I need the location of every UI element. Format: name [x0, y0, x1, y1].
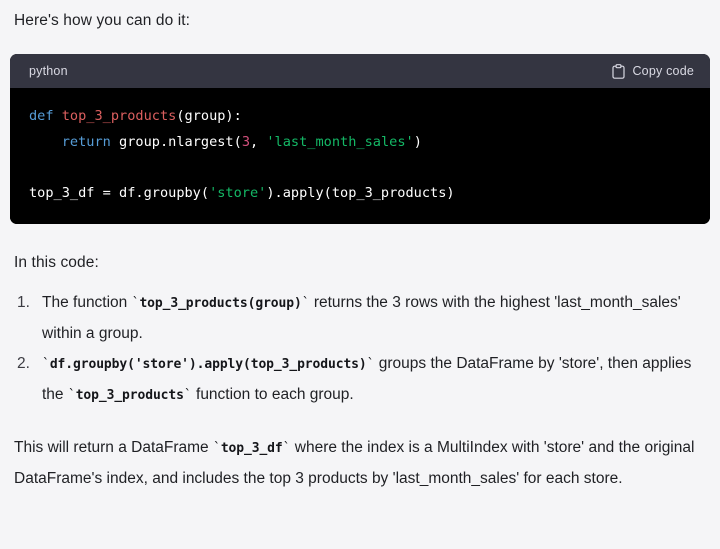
list-item: `df.groupby('store').apply(top_3_product… [10, 349, 710, 411]
code-language-label: python [29, 64, 68, 78]
text-run: This will return a DataFrame [14, 439, 213, 456]
backtick: ` [301, 296, 310, 311]
final-paragraph-text: This will return a DataFrame `top_3_df` … [14, 433, 710, 494]
text-run: function to each group. [191, 386, 354, 403]
code-block: python Copy code def top_3_products(grou… [10, 54, 710, 224]
code-token-plain: ).apply(top_3_products) [266, 184, 455, 201]
code-token-str: 'last_month_sales' [266, 133, 414, 150]
copy-code-button[interactable]: Copy code [612, 63, 694, 79]
intro-paragraph: Here's how you can do it: [14, 12, 191, 29]
list-item: The function `top_3_products(group)` ret… [10, 288, 710, 349]
assistant-message-panel: Here's how you can do it: python Copy co… [0, 0, 720, 549]
backtick: ` [183, 388, 192, 403]
code-line: def top_3_products(group): [10, 104, 710, 130]
code-content[interactable]: def top_3_products(group): return group.… [10, 88, 710, 224]
code-token-fn: top_3_products [61, 108, 177, 124]
backtick: ` [67, 388, 76, 403]
code-token-plain: group.nlargest( [110, 133, 242, 150]
copy-code-label: Copy code [632, 64, 694, 78]
code-line: return group.nlargest(3, 'last_month_sal… [10, 130, 710, 156]
backtick: ` [42, 357, 50, 372]
explanation-list: The function `top_3_products(group)` ret… [10, 288, 710, 411]
code-token-num: 3 [241, 133, 250, 150]
inline-code: df.groupby('store').apply(top_3_products… [49, 357, 367, 372]
clipboard-icon [612, 63, 626, 79]
inline-code: top_3_products [75, 388, 184, 403]
backtick: ` [212, 441, 221, 456]
code-token-kw: return [61, 133, 111, 150]
section-label: In this code: [14, 254, 99, 271]
code-token-plain: (group): [176, 108, 242, 124]
code-token-plain: , [250, 133, 267, 150]
inline-code: top_3_products(group) [139, 296, 302, 311]
final-paragraph: This will return a DataFrame `top_3_df` … [10, 433, 710, 494]
code-token-kw: def [29, 108, 62, 124]
code-line: top_3_df = df.groupby('store').apply(top… [10, 181, 710, 207]
code-token-str: 'store' [209, 184, 267, 201]
code-token-plain: ) [413, 133, 422, 150]
code-block-header: python Copy code [10, 54, 710, 88]
text-run: The function [42, 294, 132, 311]
code-token-plain: top_3_df = df.groupby( [29, 184, 210, 201]
inline-code: top_3_df [220, 441, 283, 456]
